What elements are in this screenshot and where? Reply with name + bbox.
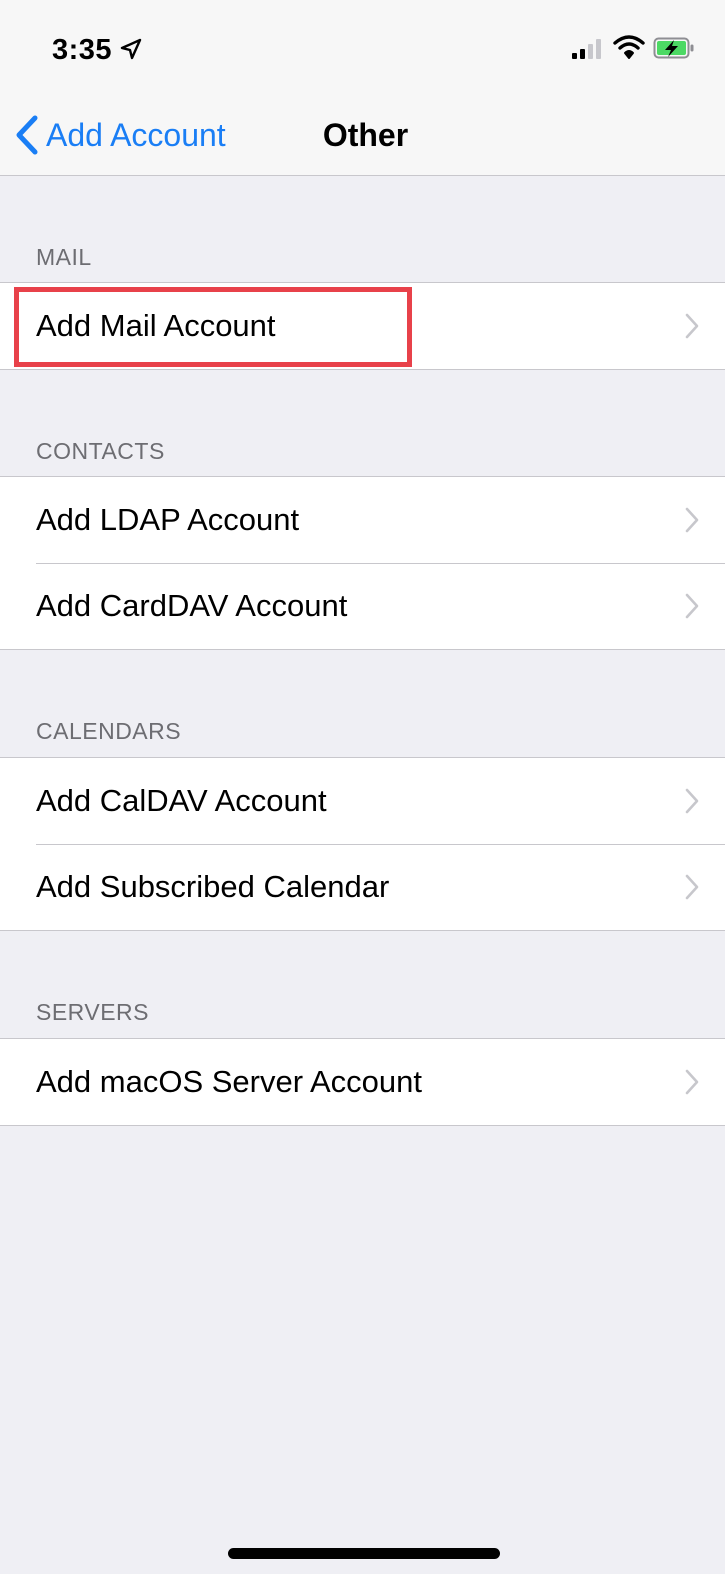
section-header-contacts: CONTACTS: [36, 438, 165, 464]
status-bar: 3:35: [0, 0, 725, 95]
chevron-right-icon: [685, 507, 699, 533]
add-ldap-account-row[interactable]: Add LDAP Account: [0, 477, 725, 563]
section-header-servers: SERVERS: [36, 999, 150, 1025]
add-mail-account-row[interactable]: Add Mail Account: [0, 283, 725, 369]
chevron-right-icon: [685, 788, 699, 814]
section-header-calendars: CALENDARS: [36, 718, 182, 744]
group-servers: Add macOS Server Account: [0, 1038, 725, 1126]
group-contacts: Add LDAP Account Add CardDAV Account: [0, 476, 725, 650]
add-macos-server-account-row[interactable]: Add macOS Server Account: [0, 1039, 725, 1125]
section-header-mail: MAIL: [36, 244, 92, 270]
add-carddav-account-row[interactable]: Add CardDAV Account: [0, 563, 725, 649]
cellular-signal-icon: [572, 39, 601, 59]
back-button[interactable]: Add Account: [14, 95, 226, 175]
row-label: Add macOS Server Account: [36, 1064, 422, 1099]
group-mail: Add Mail Account: [0, 282, 725, 370]
add-caldav-account-row[interactable]: Add CalDAV Account: [0, 758, 725, 844]
battery-charging-icon: [653, 37, 694, 59]
row-label: Add Subscribed Calendar: [36, 869, 390, 904]
chevron-left-icon: [16, 115, 38, 155]
navigation-bar: Other Add Account: [0, 95, 725, 176]
row-label: Add CardDAV Account: [36, 588, 348, 623]
wifi-icon: [613, 35, 645, 59]
location-arrow-icon: [120, 38, 142, 60]
status-time: 3:35: [52, 34, 113, 66]
chevron-right-icon: [685, 874, 699, 900]
home-indicator: [228, 1548, 500, 1559]
chevron-right-icon: [685, 1069, 699, 1095]
chevron-right-icon: [685, 593, 699, 619]
row-label: Add CalDAV Account: [36, 783, 327, 818]
group-calendars: Add CalDAV Account Add Subscribed Calend…: [0, 757, 725, 931]
chevron-right-icon: [685, 313, 699, 339]
row-label: Add LDAP Account: [36, 502, 300, 537]
back-label: Add Account: [46, 116, 226, 153]
row-label: Add Mail Account: [36, 308, 276, 343]
add-subscribed-calendar-row[interactable]: Add Subscribed Calendar: [0, 844, 725, 930]
